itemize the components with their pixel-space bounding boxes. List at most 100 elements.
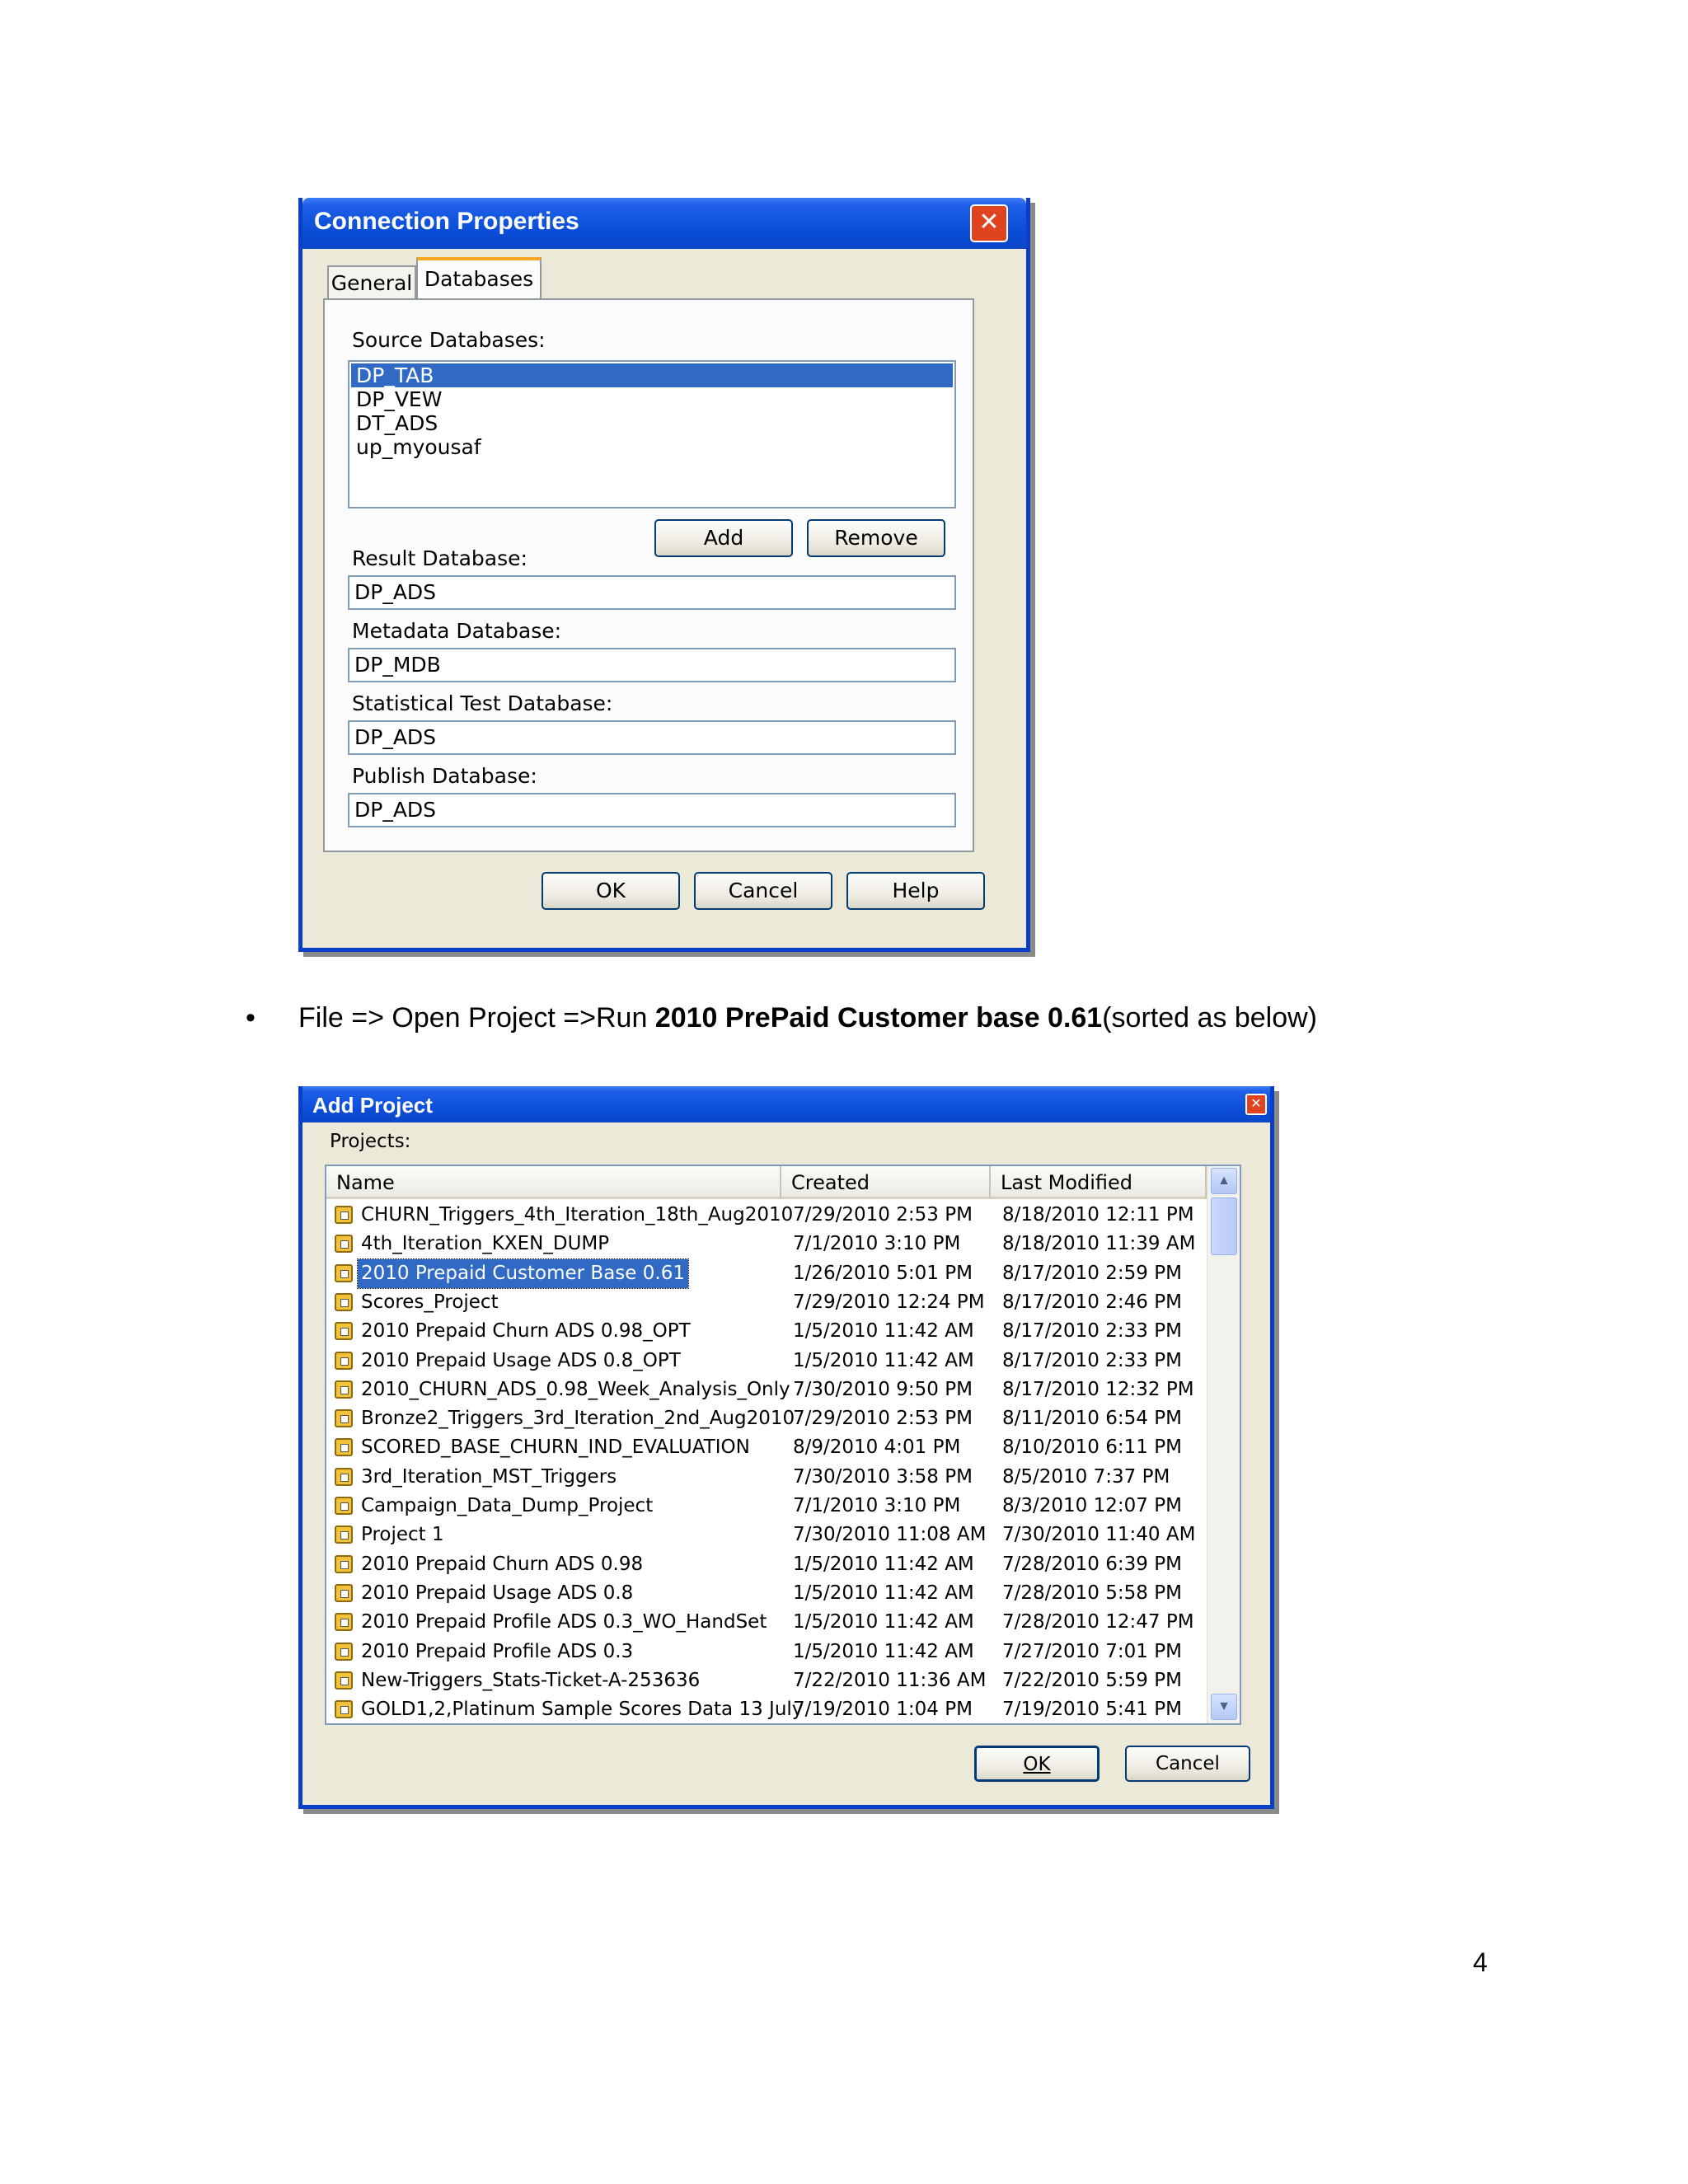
remove-button[interactable]: Remove xyxy=(807,519,945,557)
scroll-thumb[interactable] xyxy=(1211,1197,1237,1255)
help-button[interactable]: Help xyxy=(846,872,985,910)
table-row[interactable]: New-Triggers_Stats-Ticket-A-253636 7/22/2… xyxy=(326,1666,1208,1695)
project-name-cell: 2010 Prepaid Customer Base 0.61 xyxy=(357,1258,689,1289)
list-item[interactable]: up_myousaf xyxy=(351,435,953,459)
project-icon xyxy=(335,1292,353,1311)
tab-general[interactable]: General xyxy=(327,265,416,300)
caption-suffix: (sorted as below) xyxy=(1102,1002,1317,1033)
project-icon xyxy=(335,1409,353,1428)
add-project-dialog: Add Project ✕ Projects: Name Created Las… xyxy=(298,1086,1274,1809)
modified-cell: 8/17/2010 2:59 PM xyxy=(1002,1262,1182,1284)
statistical-test-database-field[interactable]: DP_ADS xyxy=(348,720,956,755)
list-item[interactable]: DP_VEW xyxy=(351,387,953,411)
list-item[interactable]: DT_ADS xyxy=(351,411,953,435)
projects-list[interactable]: Name Created Last Modified CHURN_Trigger… xyxy=(325,1165,1241,1725)
metadata-database-field[interactable]: DP_MDB xyxy=(348,648,956,682)
ok-label: OK xyxy=(1023,1754,1051,1775)
table-row[interactable]: Campaign_Data_Dump_Project 7/1/2010 3:10 … xyxy=(326,1492,1208,1521)
created-cell: 1/5/2010 11:42 AM xyxy=(793,1640,974,1662)
created-cell: 1/5/2010 11:42 AM xyxy=(793,1320,974,1343)
result-database-label: Result Database: xyxy=(352,546,528,570)
table-row[interactable]: Scores_Project 7/29/2010 12:24 PM 8/17/201… xyxy=(326,1288,1208,1317)
project-icon xyxy=(335,1235,353,1254)
scroll-down-icon[interactable]: ▼ xyxy=(1211,1694,1237,1720)
result-database-field[interactable]: DP_ADS xyxy=(348,575,956,610)
project-icon xyxy=(335,1206,353,1224)
created-cell: 7/22/2010 11:36 AM xyxy=(793,1669,987,1691)
project-icon xyxy=(335,1554,353,1573)
modified-cell: 7/19/2010 5:41 PM xyxy=(1002,1699,1182,1721)
created-cell: 1/5/2010 11:42 AM xyxy=(793,1611,974,1633)
project-name-cell: Campaign_Data_Dump_Project xyxy=(361,1495,654,1516)
project-icon xyxy=(335,1467,353,1486)
project-icon xyxy=(335,1380,353,1399)
project-name-cell: 2010 Prepaid Profile ADS 0.3 xyxy=(361,1640,634,1662)
publish-database-label: Publish Database: xyxy=(352,764,537,788)
cancel-button[interactable]: Cancel xyxy=(694,872,832,910)
created-cell: 8/9/2010 4:01 PM xyxy=(793,1436,961,1459)
created-cell: 7/1/2010 3:10 PM xyxy=(793,1233,961,1255)
title-bar[interactable]: Add Project ✕ xyxy=(302,1086,1270,1122)
ok-button[interactable]: OK xyxy=(542,872,680,910)
table-row[interactable]: 2010 Prepaid Profile ADS 0.3_WO_HandSet 1… xyxy=(326,1608,1208,1637)
source-databases-label: Source Databases: xyxy=(352,328,546,352)
ok-button[interactable]: OK xyxy=(974,1746,1100,1782)
source-databases-list[interactable]: DP_TAB DP_VEW DT_ADS up_myousaf xyxy=(348,360,956,509)
project-icon xyxy=(335,1322,353,1341)
project-icon xyxy=(335,1700,353,1719)
created-cell: 7/1/2010 3:10 PM xyxy=(793,1495,961,1516)
project-icon xyxy=(335,1351,353,1370)
table-row[interactable]: 2010 Prepaid Churn ADS 0.98_OPT 1/5/2010 … xyxy=(326,1317,1208,1346)
modified-cell: 8/17/2010 2:33 PM xyxy=(1002,1320,1182,1343)
column-header-last-modified[interactable]: Last Modified xyxy=(991,1166,1207,1199)
created-cell: 7/30/2010 3:58 PM xyxy=(793,1465,973,1488)
column-header-created[interactable]: Created xyxy=(781,1166,991,1199)
table-row[interactable]: 2010_CHURN_ADS_0.98_Week_Analysis_Only 7/… xyxy=(326,1376,1208,1404)
table-row[interactable]: 4th_Iteration_KXEN_DUMP 7/1/2010 3:10 PM 8… xyxy=(326,1230,1208,1258)
table-row[interactable]: 2010 Prepaid Customer Base 0.61 1/26/2010… xyxy=(326,1258,1208,1289)
vertical-scrollbar[interactable]: ▲ ▼ xyxy=(1207,1166,1240,1723)
created-cell: 7/19/2010 1:04 PM xyxy=(793,1699,973,1721)
table-row[interactable]: SCORED_BASE_CHURN_IND_EVALUATION 8/9/2010… xyxy=(326,1433,1208,1462)
title-bar[interactable]: Connection Properties ✕ xyxy=(302,198,1026,249)
table-row[interactable]: Bronze2_Triggers_3rd_Iteration_2nd_Aug20… xyxy=(326,1404,1208,1433)
project-name-cell: Project 1 xyxy=(361,1524,444,1546)
table-row[interactable]: 2010 Prepaid Usage ADS 0.8 1/5/2010 11:42… xyxy=(326,1579,1208,1608)
project-name-cell: 2010_CHURN_ADS_0.98_Week_Analysis_Only xyxy=(361,1378,790,1400)
project-name-cell: Bronze2_Triggers_3rd_Iteration_2nd_Aug20… xyxy=(361,1408,795,1430)
modified-cell: 7/28/2010 5:58 PM xyxy=(1002,1582,1182,1604)
page-number: 4 xyxy=(1473,1947,1488,1977)
modified-cell: 8/5/2010 7:37 PM xyxy=(1002,1465,1170,1488)
dialog-title: Connection Properties xyxy=(314,208,579,235)
created-cell: 7/29/2010 2:53 PM xyxy=(793,1204,973,1226)
column-header-name[interactable]: Name xyxy=(326,1166,781,1199)
cancel-button[interactable]: Cancel xyxy=(1125,1746,1250,1782)
modified-cell: 7/30/2010 11:40 AM xyxy=(1002,1524,1196,1546)
project-icon xyxy=(335,1613,353,1632)
list-item[interactable]: DP_TAB xyxy=(351,363,953,387)
project-icon xyxy=(335,1671,353,1690)
instruction-caption: File => Open Project =>Run 2010 PrePaid … xyxy=(298,1002,1317,1034)
modified-cell: 8/17/2010 12:32 PM xyxy=(1002,1378,1194,1400)
project-icon xyxy=(335,1263,353,1282)
publish-database-field[interactable]: DP_ADS xyxy=(348,793,956,827)
close-icon[interactable]: ✕ xyxy=(970,204,1008,242)
modified-cell: 8/18/2010 12:11 PM xyxy=(1002,1204,1194,1226)
created-cell: 7/30/2010 9:50 PM xyxy=(793,1378,973,1400)
table-row[interactable]: Project 1 7/30/2010 11:08 AM 7/30/2010 11:… xyxy=(326,1521,1208,1549)
table-row[interactable]: GOLD1,2,Platinum Sample Scores Data 13 J… xyxy=(326,1695,1208,1723)
tab-databases[interactable]: Databases xyxy=(416,257,542,302)
connection-properties-dialog: Connection Properties ✕ General Database… xyxy=(298,198,1030,952)
project-icon xyxy=(335,1438,353,1457)
table-row[interactable]: 2010 Prepaid Churn ADS 0.98 1/5/2010 11:4… xyxy=(326,1550,1208,1579)
table-row[interactable]: 2010 Prepaid Profile ADS 0.3 1/5/2010 11:… xyxy=(326,1638,1208,1666)
add-button[interactable]: Add xyxy=(654,519,793,557)
scroll-up-icon[interactable]: ▲ xyxy=(1211,1168,1237,1194)
table-row[interactable]: 3rd_Iteration_MST_Triggers 7/30/2010 3:58… xyxy=(326,1463,1208,1492)
created-cell: 7/29/2010 2:53 PM xyxy=(793,1408,973,1430)
table-row[interactable]: 2010 Prepaid Usage ADS 0.8_OPT 1/5/2010 1… xyxy=(326,1347,1208,1376)
statistical-test-database-label: Statistical Test Database: xyxy=(352,691,613,715)
table-row[interactable]: CHURN_Triggers_4th_Iteration_18th_Aug201… xyxy=(326,1201,1208,1230)
close-icon[interactable]: ✕ xyxy=(1245,1094,1267,1115)
project-name-cell: CHURN_Triggers_4th_Iteration_18th_Aug201… xyxy=(361,1204,794,1226)
